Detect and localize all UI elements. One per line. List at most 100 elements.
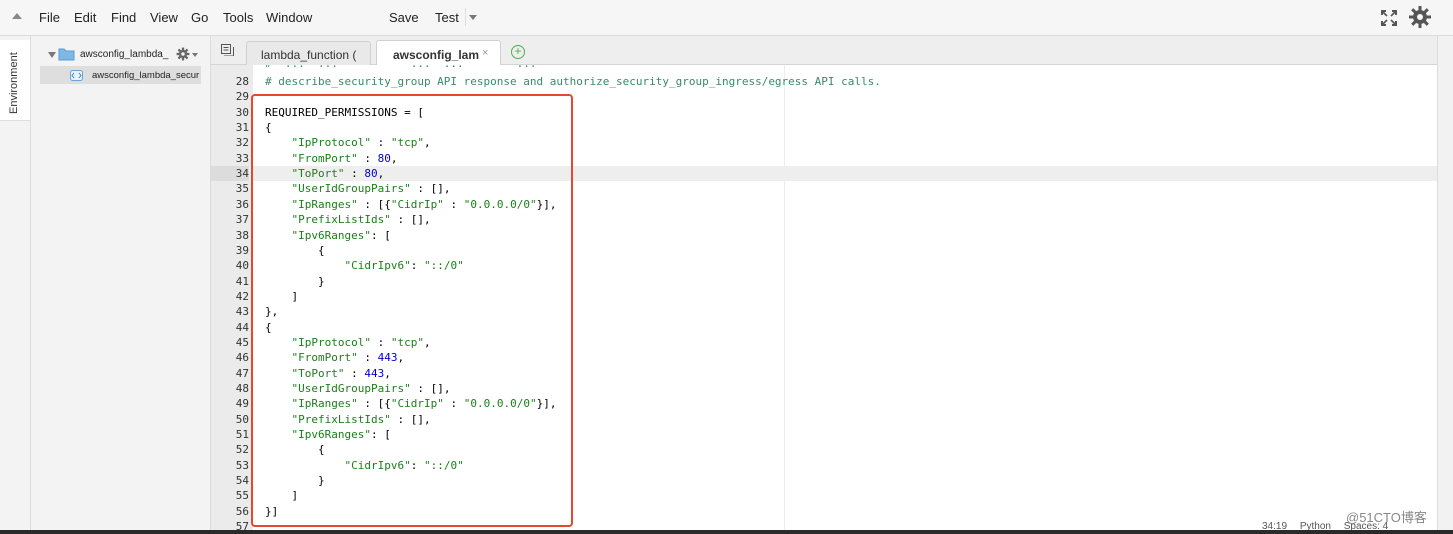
code-line[interactable]: 31 { — [211, 120, 1437, 135]
code-text: "ToPort" : 80, — [291, 167, 385, 181]
fullscreen-icon[interactable] — [1380, 9, 1398, 27]
code-line[interactable]: 49 "IpRanges" : [{"CidrIp" : "0.0.0.0/0"… — [211, 396, 1437, 411]
line-number: 33 — [235, 151, 249, 165]
menu-tools[interactable]: Tools — [223, 10, 253, 25]
code-text: "PrefixListIds" : [], — [291, 213, 431, 227]
code-line[interactable]: 37 "PrefixListIds" : [], — [211, 212, 1437, 227]
tree-file-row[interactable]: awsconfig_lambda_secur — [40, 66, 201, 84]
code-line[interactable]: 29 — [211, 89, 1437, 104]
line-number: 35 — [235, 182, 249, 196]
tree-folder-label: awsconfig_lambda_ — [80, 49, 169, 60]
code-line[interactable]: 33 "FromPort" : 80, — [211, 151, 1437, 166]
tree-folder-row[interactable]: awsconfig_lambda_ — [31, 46, 209, 64]
menu-find[interactable]: Find — [111, 10, 136, 25]
line-number: 31 — [235, 121, 249, 135]
environment-tab-label: Environment — [8, 52, 20, 114]
vertical-scrollbar[interactable] — [1437, 36, 1453, 534]
code-line[interactable]: 41 } — [211, 274, 1437, 289]
menubar: File Edit Find View Go Tools Window Save… — [0, 0, 1453, 36]
line-number: 29 — [235, 90, 249, 104]
code-line[interactable]: 50 "PrefixListIds" : [], — [211, 412, 1437, 427]
line-number: 28 — [235, 75, 249, 88]
code-line[interactable]: 51 "Ipv6Ranges": [ — [211, 427, 1437, 442]
code-text: ] — [265, 289, 299, 303]
line-number: 52 — [235, 443, 249, 457]
code-text: }, — [265, 305, 279, 319]
code-line[interactable]: 53 "CidrIpv6": "::/0" — [211, 458, 1437, 473]
line-number: 56 — [235, 504, 249, 518]
tree-file-label: awsconfig_lambda_secur — [92, 70, 200, 81]
tree-gear-caret-icon[interactable] — [192, 53, 198, 57]
tab-lambda-function[interactable]: lambda_function ( — [246, 41, 371, 65]
save-button[interactable]: Save — [389, 10, 419, 25]
line-number: 44 — [235, 320, 249, 334]
code-line[interactable]: 44 { — [211, 320, 1437, 335]
tab-label: lambda_function ( — [261, 48, 357, 62]
code-text: "UserIdGroupPairs" : [], — [291, 182, 451, 196]
line-number: 34 — [211, 166, 249, 182]
menu-window[interactable]: Window — [266, 10, 312, 25]
menu-go[interactable]: Go — [191, 10, 208, 25]
code-line[interactable]: 34 "ToPort" : 80, — [211, 166, 1437, 182]
add-tab-icon[interactable]: + — [511, 45, 525, 59]
code-line[interactable]: 46 "FromPort" : 443, — [211, 350, 1437, 365]
menu-file[interactable]: File — [39, 10, 60, 25]
divider — [465, 8, 466, 26]
line-number: 55 — [235, 489, 249, 503]
watermark: @51CTO博客 — [1346, 510, 1427, 525]
environment-tab[interactable]: Environment — [0, 40, 30, 121]
code-line[interactable]: 36 "IpRanges" : [{"CidrIp" : "0.0.0.0/0"… — [211, 197, 1437, 212]
menu-edit[interactable]: Edit — [74, 10, 96, 25]
line-number: 42 — [235, 289, 249, 303]
test-button[interactable]: Test — [435, 10, 459, 25]
code-line[interactable]: 52 { — [211, 442, 1437, 457]
settings-gear-icon[interactable] — [1408, 5, 1432, 29]
code-line[interactable]: 45 "IpProtocol" : "tcp", — [211, 335, 1437, 350]
code-text: { — [265, 443, 325, 457]
line-number: 51 — [235, 428, 249, 442]
line-number: 54 — [235, 474, 249, 488]
code-line[interactable]: 47 "ToPort" : 443, — [211, 366, 1437, 381]
code-line[interactable]: 38 "Ipv6Ranges": [ — [211, 228, 1437, 243]
file-tree: awsconfig_lambda_ awsconfig_lambda_secur — [31, 36, 211, 534]
code-line[interactable]: 40 "CidrIpv6": "::/0" — [211, 258, 1437, 273]
line-number: 38 — [235, 228, 249, 242]
code-text: { — [265, 121, 272, 135]
line-number: 40 — [235, 259, 249, 273]
tab-awsconfig-lambda[interactable]: awsconfig_lambе × — [376, 40, 501, 65]
close-tab-icon[interactable]: × — [482, 47, 488, 59]
file-icon — [70, 70, 83, 81]
line-number: 41 — [235, 274, 249, 288]
code-text: "PrefixListIds" : [], — [291, 412, 431, 426]
line-number: 46 — [235, 351, 249, 365]
code-line[interactable]: 56}] — [211, 504, 1437, 519]
code-editor[interactable]: # ... ... ... ... ... 28 # describe_secur… — [211, 65, 1437, 534]
code-text: "CidrIpv6": "::/0" — [344, 458, 464, 472]
code-text: ] — [265, 489, 299, 503]
code-text: "Ipv6Ranges": [ — [291, 428, 391, 442]
code-line[interactable]: 32 "IpProtocol" : "tcp", — [211, 135, 1437, 150]
tree-gear-icon[interactable] — [176, 47, 190, 61]
collapse-caret-icon[interactable] — [12, 13, 22, 19]
code-line[interactable]: 54 } — [211, 473, 1437, 488]
tab-list-icon[interactable] — [221, 44, 234, 56]
line-number: 37 — [235, 213, 249, 227]
test-dropdown-icon[interactable] — [469, 15, 477, 20]
line-number: 36 — [235, 197, 249, 211]
code-line[interactable]: 35 "UserIdGroupPairs" : [], — [211, 181, 1437, 196]
expand-caret-icon[interactable] — [48, 52, 56, 58]
menu-view[interactable]: View — [150, 10, 178, 25]
code-line[interactable]: 39 { — [211, 243, 1437, 258]
code-text: "IpRanges" : [{"CidrIp" : "0.0.0.0/0"}], — [291, 197, 557, 211]
code-text: "CidrIpv6": "::/0" — [344, 259, 464, 273]
code-line[interactable]: 43}, — [211, 304, 1437, 319]
line-number: 32 — [235, 136, 249, 150]
code-line[interactable]: 28 # describe_security_group API response… — [211, 74, 1437, 89]
code-text: { — [265, 243, 325, 257]
code-line[interactable]: 55 ] — [211, 488, 1437, 503]
code-line[interactable]: 42 ] — [211, 289, 1437, 304]
code-text: "ToPort" : 443, — [291, 366, 391, 380]
code-line[interactable]: 30 REQUIRED_PERMISSIONS = [ — [211, 105, 1437, 120]
code-line[interactable]: 48 "UserIdGroupPairs" : [], — [211, 381, 1437, 396]
line-number: 47 — [235, 366, 249, 380]
